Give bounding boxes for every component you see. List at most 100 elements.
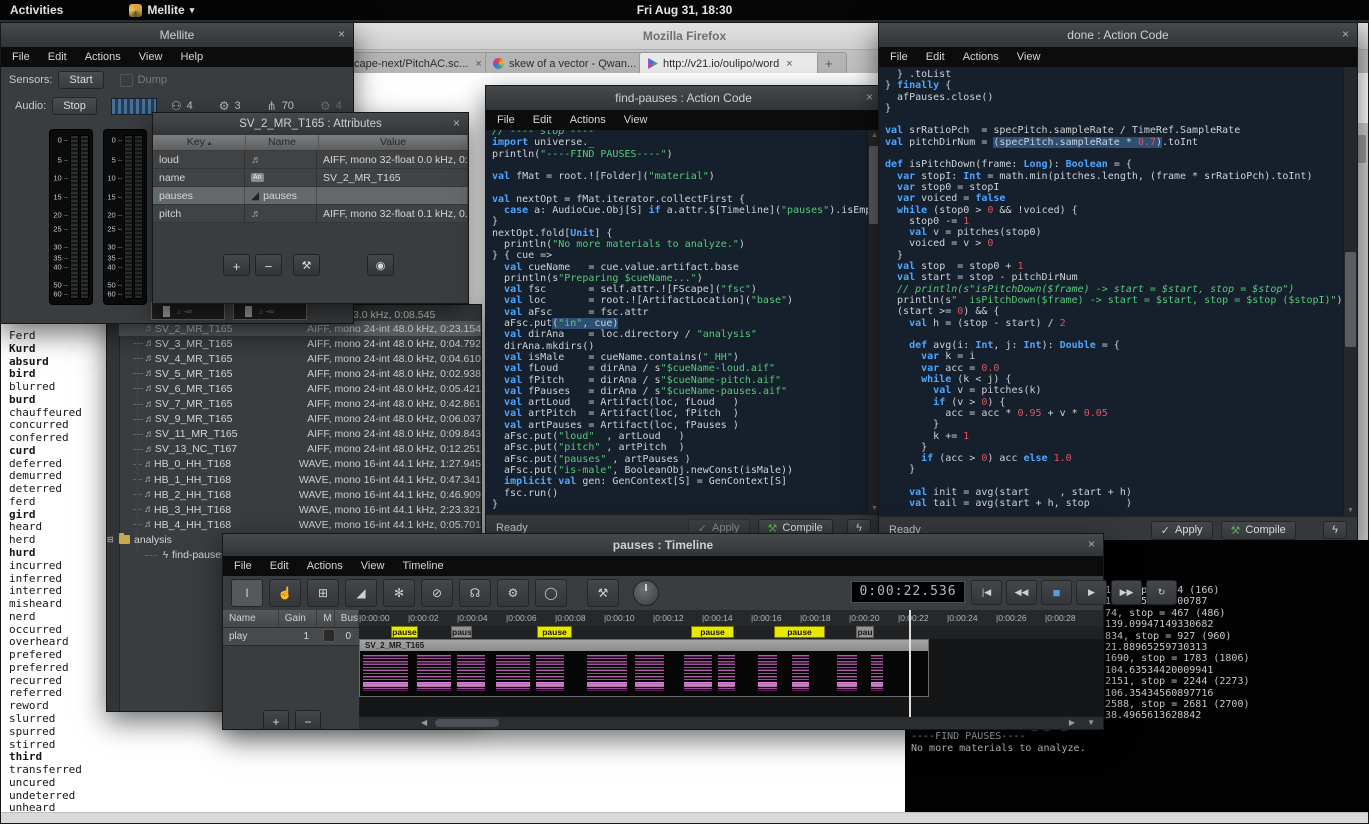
apply-button[interactable]: ✓Apply: [1151, 521, 1213, 540]
menu-view[interactable]: View: [1008, 49, 1050, 65]
audio-cue-row[interactable]: ♬SV_11_MR_T165AIFF, mono 24-int 48.0 kHz…: [119, 427, 481, 442]
word-list-item[interactable]: Ferd: [9, 330, 82, 343]
browser-tab[interactable]: skew of a vector - Qwan...×: [485, 52, 653, 74]
track-gain[interactable]: 1: [281, 631, 309, 642]
mic-gain-slider[interactable]: ♫ -∞: [233, 302, 307, 320]
bolt-icon[interactable]: ϟ: [1323, 521, 1347, 539]
clock[interactable]: Fri Aug 31, 18:30: [637, 3, 733, 17]
word-list-item[interactable]: spurred: [9, 726, 82, 739]
word-list-item[interactable]: misheard: [9, 598, 82, 611]
scroll-left-icon[interactable]: ◀: [421, 717, 427, 729]
activities-button[interactable]: Activities: [10, 3, 63, 17]
monitor-knob[interactable]: [633, 580, 659, 606]
pause-marker[interactable]: pau: [856, 626, 874, 638]
scroll-right-icon[interactable]: ▶: [1069, 717, 1075, 729]
word-list-item[interactable]: curd: [9, 445, 82, 458]
stop-button[interactable]: ■: [1041, 580, 1072, 605]
menu-actions[interactable]: Actions: [954, 49, 1008, 65]
menu-file[interactable]: File: [3, 49, 39, 65]
pause-marker[interactable]: pause: [537, 626, 572, 638]
audio-cue-row[interactable]: ♬HB_1_HH_T168WAVE, mono 16-int 44.1 kHz,…: [119, 472, 481, 487]
add-attribute-button[interactable]: +: [223, 254, 250, 276]
timeline-titlebar[interactable]: pauses : Timeline ×: [223, 534, 1103, 556]
menu-edit[interactable]: Edit: [917, 49, 954, 65]
audio-cue-row[interactable]: ♬SV_4_MR_T165AIFF, mono 24-int 48.0 kHz,…: [119, 351, 481, 366]
word-list-item[interactable]: transferred: [9, 764, 82, 777]
sensors-start-button[interactable]: Start: [58, 71, 103, 89]
attribute-row[interactable]: pauses◢pauses: [153, 187, 468, 205]
close-icon[interactable]: ×: [1088, 537, 1095, 551]
timeline-hscrollbar[interactable]: ◀ ▶ ▼: [359, 716, 1103, 729]
scroll-down-icon[interactable]: ▼: [1087, 717, 1095, 729]
close-icon[interactable]: ×: [866, 90, 873, 104]
code-editor[interactable]: // ---- stop ---- import universe._ prin…: [486, 130, 868, 514]
close-icon[interactable]: ×: [338, 27, 345, 41]
audio-cue-row[interactable]: ♬SV_6_MR_T165AIFF, mono 24-int 48.0 kHz,…: [119, 381, 481, 396]
oscilloscope-tool-icon[interactable]: ◯: [535, 579, 567, 607]
audio-cue-row[interactable]: ♬HB_0_HH_T168WAVE, mono 16-int 44.1 kHz,…: [119, 457, 481, 472]
word-list-item[interactable]: hurd: [9, 547, 82, 560]
attribute-row[interactable]: nameAnSV_2_MR_T165: [153, 169, 468, 187]
track-row[interactable]: play 1 0: [223, 628, 359, 646]
app-menu[interactable]: Mellite ▾: [129, 3, 194, 17]
word-list-item[interactable]: conferred: [9, 432, 82, 445]
slider-thumb[interactable]: [245, 306, 252, 317]
menu-view[interactable]: View: [352, 558, 394, 574]
wrench-icon[interactable]: ⚒: [293, 254, 320, 276]
audio-cue-row[interactable]: ♬SV_13_NC_T167AIFF, mono 24-int 48.0 kHz…: [119, 442, 481, 457]
menu-actions[interactable]: Actions: [298, 558, 352, 574]
word-list-item[interactable]: nerd: [9, 611, 82, 624]
menu-actions[interactable]: Actions: [561, 112, 615, 128]
pause-marker[interactable]: pause: [391, 626, 418, 638]
audio-cue-row[interactable]: ♬SV_3_MR_T165AIFF, mono 24-int 48.0 kHz,…: [119, 336, 481, 351]
slider-thumb[interactable]: [163, 306, 170, 317]
remove-track-button[interactable]: −: [295, 710, 321, 729]
close-icon[interactable]: ×: [786, 58, 792, 70]
collapse-handle-icon[interactable]: ⊟: [107, 535, 119, 544]
word-list-item[interactable]: burd: [9, 394, 82, 407]
loop-button[interactable]: ↻: [1146, 580, 1177, 605]
find-pauses-titlebar[interactable]: find-pauses : Action Code ×: [486, 86, 881, 110]
menu-edit[interactable]: Edit: [39, 49, 76, 65]
hand-tool-icon[interactable]: ☝: [269, 579, 301, 607]
menu-actions[interactable]: Actions: [76, 49, 130, 65]
mute-tool-icon[interactable]: ⊘: [421, 579, 453, 607]
scrollbar[interactable]: ▼: [1343, 67, 1357, 516]
menu-timeline[interactable]: Timeline: [393, 558, 452, 574]
selection-tool-icon[interactable]: I: [231, 579, 263, 607]
audition-tool-icon[interactable]: ☊: [459, 579, 491, 607]
rewind-button[interactable]: ◀◀: [1006, 580, 1037, 605]
menu-file[interactable]: File: [488, 112, 524, 128]
compile-button[interactable]: ⚒Compile: [1221, 521, 1296, 540]
audio-cue-row[interactable]: ♬SV_5_MR_T165AIFF, mono 24-int 48.0 kHz,…: [119, 366, 481, 381]
crop-tool-icon[interactable]: ⊞: [307, 579, 339, 607]
word-list-item[interactable]: preferred: [9, 662, 82, 675]
track-bus[interactable]: 0: [335, 631, 359, 642]
fast-forward-button[interactable]: ▶▶: [1111, 580, 1142, 605]
attributes-titlebar[interactable]: SV_2_MR_T165 : Attributes ×: [153, 113, 468, 135]
close-icon[interactable]: ×: [453, 116, 460, 130]
pause-marker[interactable]: pause: [691, 626, 734, 638]
close-icon[interactable]: ×: [1342, 27, 1349, 41]
time-ruler[interactable]: |0:00:00|0:00:02|0:00:04|0:00:06|0:00:08…: [359, 610, 1103, 627]
menu-view[interactable]: View: [615, 112, 657, 128]
menu-view[interactable]: View: [130, 49, 172, 65]
code-editor[interactable]: } .toList } finally { afPauses.close() }…: [879, 67, 1344, 516]
word-list-item[interactable]: ferd: [9, 496, 82, 509]
close-icon[interactable]: ×: [475, 58, 481, 70]
word-list-item[interactable]: slurred: [9, 713, 82, 726]
gain-tool-icon[interactable]: ✻: [383, 579, 415, 607]
scroll-down-icon[interactable]: ▼: [1344, 507, 1357, 514]
browser-tab[interactable]: http://v21.io/oulipo/word×: [639, 52, 829, 74]
word-list-item[interactable]: blurred: [9, 381, 82, 394]
skip-to-start-button[interactable]: |◀: [971, 580, 1002, 605]
play-button[interactable]: ▶: [1076, 580, 1107, 605]
pause-marker[interactable]: paus: [451, 626, 472, 638]
audio-cue-row[interactable]: ♬SV_9_MR_T165AIFF, mono 24-int 48.0 kHz,…: [119, 412, 481, 427]
word-list-item[interactable]: incurred: [9, 560, 82, 573]
word-list-item[interactable]: Kurd: [9, 343, 82, 356]
audio-cue-row[interactable]: ♬HB_3_HH_T168WAVE, mono 16-int 44.1 kHz,…: [119, 502, 481, 517]
column-header-name[interactable]: Name: [246, 135, 319, 150]
remove-attribute-button[interactable]: −: [255, 254, 282, 276]
word-list-item[interactable]: prefered: [9, 649, 82, 662]
